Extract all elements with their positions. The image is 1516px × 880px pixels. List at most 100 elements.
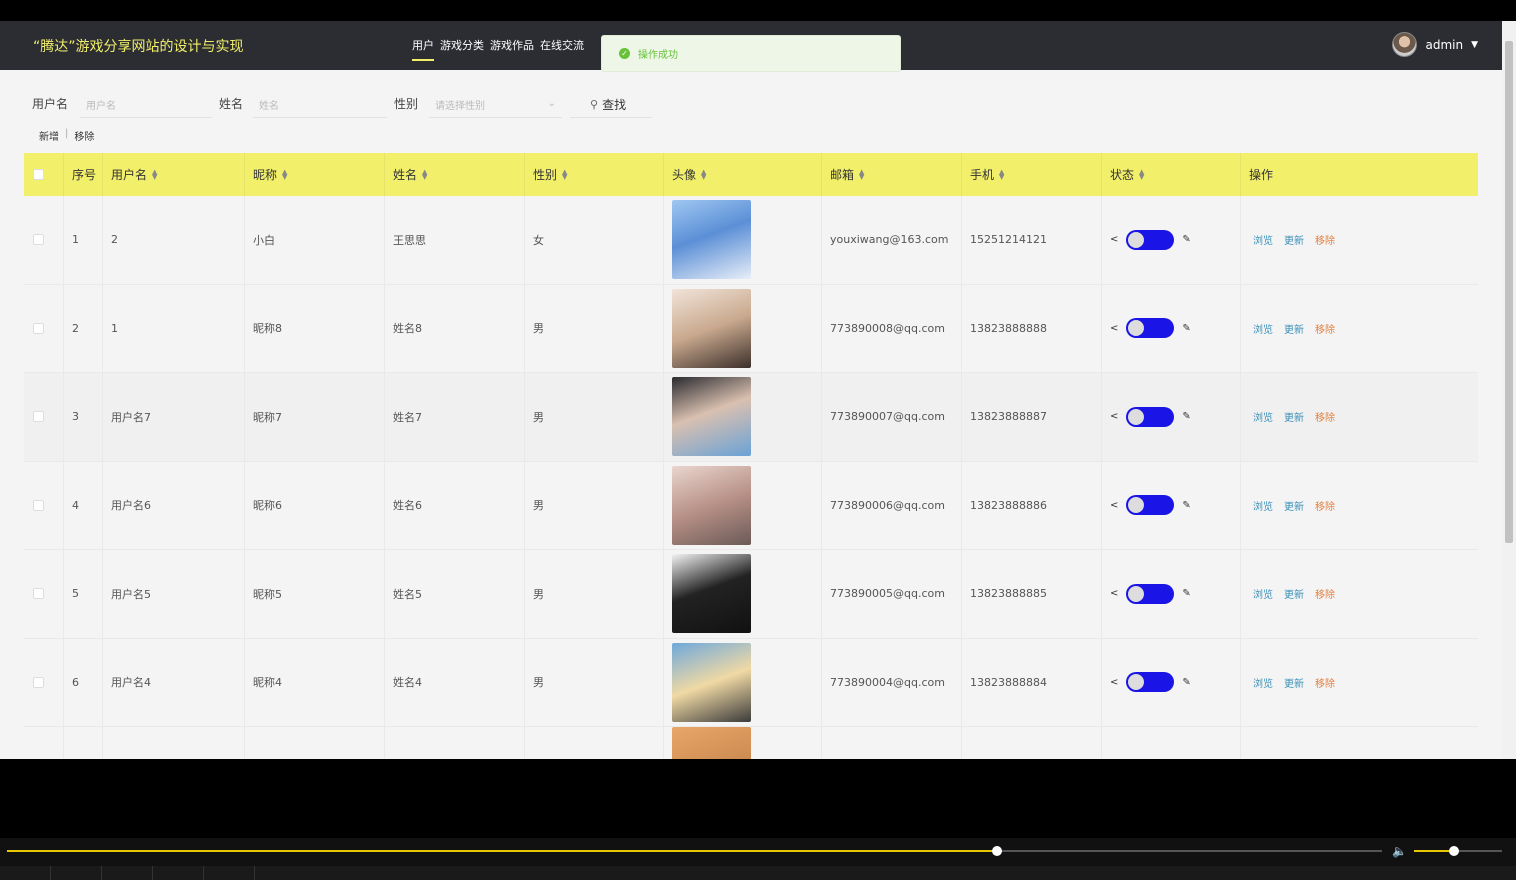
update-button[interactable]: 更新 xyxy=(1284,232,1304,247)
gender-cell: 男 xyxy=(525,550,664,638)
email-cell: 773890004@qq.com xyxy=(822,638,962,726)
select-all-checkbox[interactable] xyxy=(33,169,44,180)
volume-icon[interactable]: 🔈 xyxy=(1392,844,1407,858)
remove-button[interactable]: 移除 xyxy=(74,128,94,143)
edit-icon[interactable]: ✎ xyxy=(1182,500,1190,511)
view-button[interactable]: 浏览 xyxy=(1253,321,1273,336)
row-checkbox[interactable] xyxy=(33,588,44,600)
update-button[interactable]: 更新 xyxy=(1284,409,1304,424)
status-toggle[interactable] xyxy=(1126,406,1175,427)
view-button[interactable]: 浏览 xyxy=(1253,586,1273,601)
volume-knob[interactable] xyxy=(1448,846,1459,856)
index-cell: 1 xyxy=(64,196,103,284)
update-button[interactable]: 更新 xyxy=(1284,586,1304,601)
nav-item-online-chat[interactable]: 在线交流 xyxy=(540,37,584,61)
actions-cell: 浏览 更新 移除 xyxy=(1241,639,1478,727)
sort-icon: ▲ ▼ xyxy=(859,167,865,181)
name-cell: 姓名5 xyxy=(385,550,525,638)
delete-button[interactable]: 移除 xyxy=(1315,675,1335,690)
status-toggle[interactable] xyxy=(1126,318,1175,339)
avatar-cell xyxy=(664,284,822,372)
row-checkbox[interactable] xyxy=(33,322,44,334)
avatar-cell xyxy=(664,373,822,461)
nav-item-game-works[interactable]: 游戏作品 xyxy=(490,37,534,61)
sort-icon: ▲ ▼ xyxy=(999,167,1005,181)
username-cell: 用户名5 xyxy=(103,550,245,638)
update-button[interactable]: 更新 xyxy=(1284,321,1304,336)
delete-button[interactable]: 移除 xyxy=(1315,321,1335,336)
phone-cell: 13823888886 xyxy=(962,461,1102,549)
vertical-scrollbar[interactable] xyxy=(1502,21,1516,759)
name-search-input[interactable]: 姓名 xyxy=(253,91,387,118)
progress-bar[interactable] xyxy=(7,846,1382,856)
share-icon[interactable]: < xyxy=(1110,234,1118,245)
share-icon[interactable]: < xyxy=(1110,411,1118,422)
header-gender[interactable]: 性别 ▲ ▼ xyxy=(525,153,664,196)
header-email[interactable]: 邮箱 ▲ ▼ xyxy=(822,153,962,196)
row-checkbox[interactable] xyxy=(33,411,44,423)
avatar-image[interactable] xyxy=(672,642,751,722)
username-cell: 1 xyxy=(103,284,245,372)
phone-cell: 13823888885 xyxy=(962,550,1102,638)
scrollbar-thumb[interactable] xyxy=(1505,41,1513,543)
table-row: 3 用户名7 昵称7 姓名7 男 773890007@qq.com 13823888887 <… xyxy=(24,373,1478,462)
view-button[interactable]: 浏览 xyxy=(1253,498,1273,513)
update-button[interactable]: 更新 xyxy=(1284,498,1304,513)
avatar-image[interactable] xyxy=(672,377,751,457)
edit-icon[interactable]: ✎ xyxy=(1182,677,1190,688)
view-button[interactable]: 浏览 xyxy=(1253,675,1273,690)
header-name[interactable]: 姓名 ▲ ▼ xyxy=(385,153,525,196)
index-cell: 6 xyxy=(64,638,103,726)
nav-item-users[interactable]: 用户 xyxy=(412,37,434,61)
delete-button[interactable]: 移除 xyxy=(1315,586,1335,601)
share-icon[interactable]: < xyxy=(1110,323,1118,334)
chevron-down-icon: ⌄ xyxy=(547,98,556,109)
status-toggle[interactable] xyxy=(1126,495,1175,516)
header-username[interactable]: 用户名 ▲ ▼ xyxy=(103,153,245,196)
delete-button[interactable]: 移除 xyxy=(1315,232,1335,247)
nav-item-game-categories[interactable]: 游戏分类 xyxy=(440,37,484,61)
nickname-cell: 昵称6 xyxy=(245,461,385,549)
volume-slider[interactable] xyxy=(1414,846,1502,856)
view-button[interactable]: 浏览 xyxy=(1253,232,1273,247)
edit-icon[interactable]: ✎ xyxy=(1182,588,1190,599)
avatar-image[interactable] xyxy=(672,288,751,368)
status-toggle[interactable] xyxy=(1126,229,1175,250)
update-button[interactable]: 更新 xyxy=(1284,675,1304,690)
share-icon[interactable]: < xyxy=(1110,588,1118,599)
user-menu[interactable]: admin ▼ xyxy=(1392,32,1478,57)
header-avatar[interactable]: 头像 ▲ ▼ xyxy=(664,153,822,196)
index-cell: 3 xyxy=(64,373,103,461)
edit-icon[interactable]: ✎ xyxy=(1182,411,1190,422)
phone-cell: 15251214121 xyxy=(962,196,1102,284)
sort-icon: ▲ ▼ xyxy=(152,167,158,181)
gender-select[interactable]: 请选择性别 ⌄ xyxy=(429,91,562,118)
delete-button[interactable]: 移除 xyxy=(1315,498,1335,513)
avatar-image[interactable] xyxy=(672,727,751,759)
header-username-label: 用户名 xyxy=(111,168,148,182)
share-icon[interactable]: < xyxy=(1110,500,1118,511)
add-button[interactable]: 新增 xyxy=(39,128,59,143)
search-button[interactable]: ⚲ 查找 xyxy=(570,91,652,118)
header-name-label: 姓名 xyxy=(393,168,418,182)
edit-icon[interactable]: ✎ xyxy=(1182,323,1190,334)
username-search-input[interactable]: 用户名 xyxy=(80,91,212,118)
avatar-image[interactable] xyxy=(672,465,751,545)
avatar-image[interactable] xyxy=(672,200,751,280)
share-icon[interactable]: < xyxy=(1110,677,1118,688)
header-phone[interactable]: 手机 ▲ ▼ xyxy=(962,153,1102,196)
row-checkbox[interactable] xyxy=(33,234,44,246)
name-cell: 姓名4 xyxy=(385,638,525,726)
view-button[interactable]: 浏览 xyxy=(1253,409,1273,424)
row-checkbox[interactable] xyxy=(33,499,44,511)
index-cell: 5 xyxy=(64,550,103,638)
row-checkbox[interactable] xyxy=(33,676,44,688)
delete-button[interactable]: 移除 xyxy=(1315,409,1335,424)
header-nickname[interactable]: 昵称 ▲ ▼ xyxy=(245,153,385,196)
status-toggle[interactable] xyxy=(1126,583,1175,604)
progress-knob[interactable] xyxy=(992,846,1002,856)
header-status[interactable]: 状态 ▲ ▼ xyxy=(1102,153,1241,196)
edit-icon[interactable]: ✎ xyxy=(1182,234,1190,245)
avatar-image[interactable] xyxy=(672,554,751,634)
status-toggle[interactable] xyxy=(1126,672,1175,693)
